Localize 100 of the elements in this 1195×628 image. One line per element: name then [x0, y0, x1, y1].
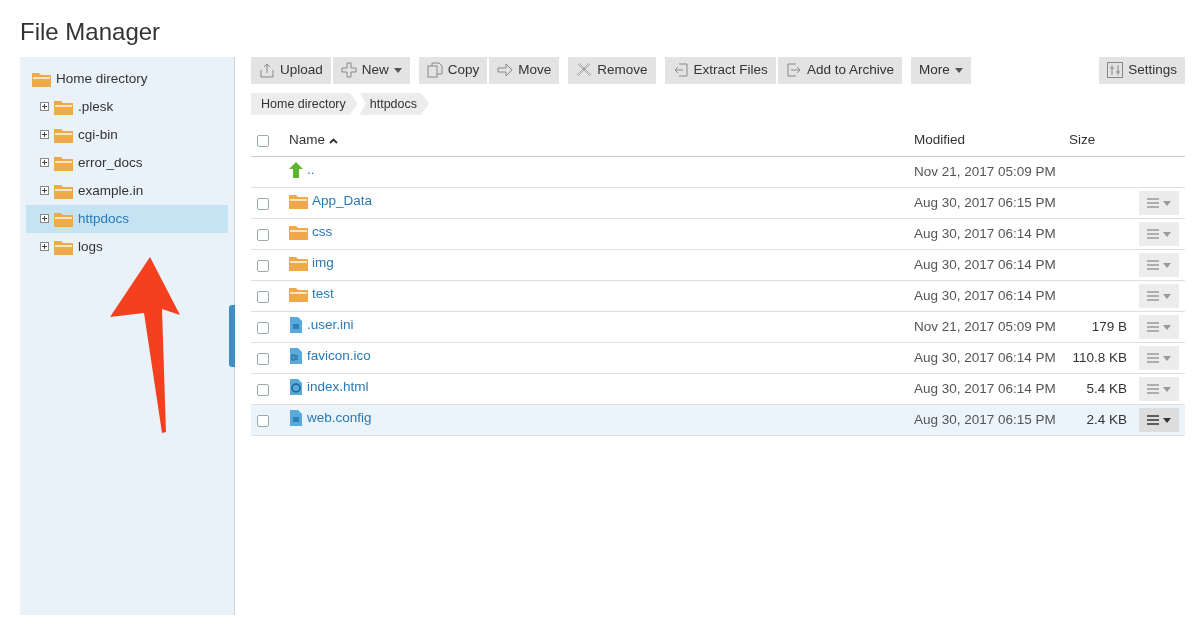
plus-icon [340, 62, 357, 79]
column-header[interactable]: Name [289, 130, 338, 151]
folder-icon [54, 126, 73, 143]
toolbar-button[interactable]: Upload [251, 56, 331, 84]
menu-icon [1147, 291, 1159, 302]
row-checkbox[interactable] [257, 383, 269, 396]
row-checkbox[interactable] [257, 414, 269, 427]
caret-icon [1163, 262, 1171, 268]
modified-date: Aug 30, 2017 06:14 PM [914, 257, 1056, 273]
file-size: 5.4 KB [1086, 381, 1127, 397]
expand-icon [40, 102, 49, 112]
tree-item[interactable]: cgi-bin [26, 120, 228, 149]
modified-date: Nov 21, 2017 05:09 PM [914, 319, 1056, 335]
file-name-link[interactable]: index.html [307, 377, 369, 398]
file-size: 179 B [1091, 319, 1127, 335]
folder-icon [54, 154, 73, 171]
modified-date: Nov 21, 2017 05:09 PM [914, 164, 1056, 180]
sliders-icon [1107, 62, 1124, 79]
file-name-link[interactable]: css [312, 222, 333, 243]
file-name-link[interactable]: web.config [307, 408, 372, 429]
collapse-handle[interactable] [229, 304, 235, 367]
select-all-checkbox[interactable] [257, 134, 269, 147]
menu-icon [1147, 415, 1159, 426]
tree-item[interactable]: Home directory [56, 68, 148, 89]
row-checkbox[interactable] [257, 321, 269, 334]
tree-item[interactable]: error_docs [26, 148, 228, 177]
tree-item[interactable]: httpdocs [26, 204, 228, 233]
menu-icon [1147, 229, 1159, 240]
expand-icon [40, 242, 49, 252]
up-arrow-icon [289, 162, 303, 179]
modified-date: Aug 30, 2017 06:14 PM [914, 350, 1056, 366]
file-name-link[interactable]: App_Data [312, 191, 373, 212]
file-icon [289, 410, 303, 427]
folder-icon [289, 224, 308, 241]
modified-date: Aug 30, 2017 06:14 PM [914, 381, 1056, 397]
toolbar-button[interactable]: Remove [568, 56, 656, 84]
folder-icon [32, 70, 51, 87]
modified-date: Aug 30, 2017 06:15 PM [914, 195, 1056, 211]
folder-icon [289, 193, 308, 210]
modified-date: Aug 30, 2017 06:15 PM [914, 412, 1056, 428]
toolbar-button[interactable]: Add to Archive [777, 56, 902, 84]
modified-date: Aug 30, 2017 06:14 PM [914, 226, 1056, 242]
folder-icon [54, 182, 73, 199]
toolbar-button[interactable]: Extract Files [664, 56, 776, 84]
extract-icon [672, 62, 689, 79]
caret-icon [1163, 200, 1171, 206]
row-menu-button[interactable] [1139, 408, 1179, 433]
folder-icon [289, 286, 308, 303]
binary-file-icon [289, 348, 303, 365]
file-size: 110.8 KB [1072, 350, 1127, 366]
folder-icon [54, 210, 73, 227]
archive-icon [785, 62, 802, 79]
toolbar-button[interactable]: More [910, 56, 971, 84]
web-file-icon [289, 379, 303, 396]
upload-icon [259, 62, 275, 79]
folder-icon [289, 255, 308, 272]
row-checkbox[interactable] [257, 290, 269, 303]
file-size: 2.4 KB [1086, 412, 1127, 428]
column-header[interactable]: Size [1069, 130, 1096, 151]
row-checkbox[interactable] [257, 197, 269, 210]
row-checkbox[interactable] [257, 259, 269, 272]
file-name-link[interactable]: .user.ini [307, 315, 354, 336]
close-icon [576, 62, 593, 79]
menu-icon [1147, 384, 1159, 395]
file-name-link[interactable]: img [312, 253, 334, 274]
toolbar-button[interactable]: Copy [418, 56, 488, 84]
file-name-link[interactable]: test [312, 284, 334, 305]
toolbar-button[interactable]: Move [489, 56, 560, 84]
right-arrow-icon [497, 62, 514, 79]
tree-item[interactable]: example.in [26, 176, 228, 205]
copy-icon [426, 62, 443, 79]
expand-icon [40, 158, 49, 168]
page-title: File Manager [20, 18, 162, 47]
expand-icon [40, 130, 49, 140]
folder-icon [54, 238, 73, 255]
menu-icon [1147, 260, 1159, 271]
expand-icon [40, 214, 49, 224]
caret-icon [1163, 231, 1171, 237]
tree-item[interactable]: .plesk [26, 92, 228, 121]
folder-icon [54, 98, 73, 115]
file-name-link[interactable]: favicon.ico [307, 346, 371, 367]
modified-date: Aug 30, 2017 06:14 PM [914, 288, 1056, 304]
breadcrumb-item[interactable]: httpdocs [359, 92, 429, 115]
breadcrumb-item[interactable]: Home directory [251, 92, 358, 115]
toolbar-button[interactable]: New [332, 56, 410, 84]
caret-icon [1163, 386, 1171, 392]
caret-icon [1163, 293, 1171, 299]
row-checkbox[interactable] [257, 228, 269, 241]
settings-button[interactable]: Settings [1099, 56, 1185, 84]
file-name-link[interactable]: .. [307, 160, 315, 181]
column-header[interactable]: Modified [914, 130, 966, 151]
row-checkbox[interactable] [257, 352, 269, 365]
menu-icon [1147, 198, 1159, 209]
menu-icon [1147, 353, 1159, 364]
expand-icon [40, 186, 49, 196]
caret-icon [1163, 324, 1171, 330]
caret-icon [1163, 417, 1171, 423]
tree-item[interactable]: logs [26, 232, 228, 261]
caret-icon [1163, 355, 1171, 361]
file-icon [289, 317, 303, 334]
